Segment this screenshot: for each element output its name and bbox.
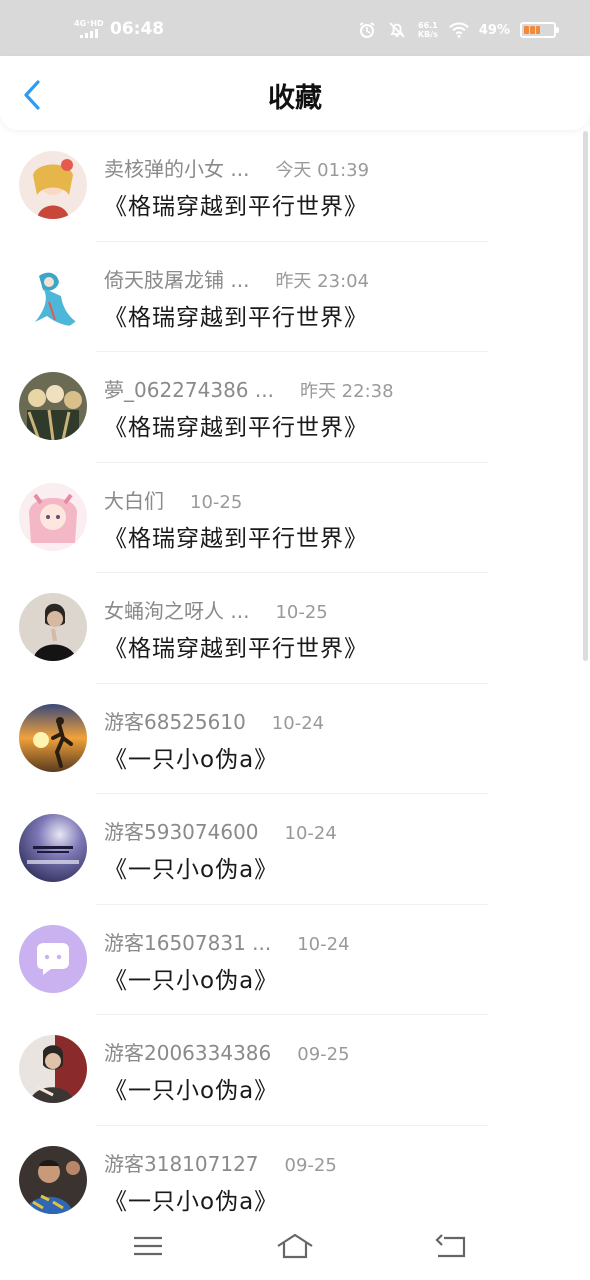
app-header: 收藏 [0,56,590,130]
avatar [19,1035,87,1103]
back-nav-button[interactable] [430,1229,470,1263]
network-speed: 66.1 KB/s [417,21,439,39]
user-name: 游客68525610 [104,709,246,734]
timestamp: 10-24 [297,933,350,955]
user-name: 女蛹洵之呀人 ... [104,599,250,623]
clock: 06:48 [110,19,165,39]
work-title: 《格瑞穿越到平行世界》 [104,636,368,662]
timestamp: 10-24 [284,823,337,844]
home-icon [277,1233,313,1259]
list-item[interactable]: 游客2006334386 09-25 《一只小o伪a》 [0,1015,590,1126]
favorites-list: 卖核弹的小女 ... 今天 01:39 《格瑞穿越到平行世界》 倚天肢屠龙铺 ..… [0,131,590,1236]
timestamp: 10-24 [271,712,325,734]
timestamp: 昨天 23:04 [275,270,370,292]
list-item[interactable]: 女蛹洵之呀人 ... 10-25 《格瑞穿越到平行世界》 [0,573,590,684]
network-type: 4G⁺HD [74,19,104,28]
timestamp: 09-25 [297,1044,350,1065]
status-left: 4G⁺HD 06:48 [74,18,164,40]
speed-value: 66.1 [418,21,438,30]
signal-icon: 4G⁺HD [74,18,104,40]
work-title: 《格瑞穿越到平行世界》 [104,415,368,441]
avatar [19,151,87,219]
alarm-icon [357,20,377,40]
avatar [19,593,87,661]
avatar [19,482,87,551]
battery-percent: 49% [478,22,510,38]
list-item[interactable]: 夢_062274386 ... 昨天 22:38 《格瑞穿越到平行世界》 [0,352,590,463]
scrollbar[interactable] [583,131,588,661]
timestamp: 09-25 [284,1154,337,1176]
user-name: 大白们 [104,488,164,513]
work-title: 《格瑞穿越到平行世界》 [104,194,368,220]
work-title: 《一只小o伪a》 [104,857,279,883]
system-nav-bar [0,1215,590,1280]
list-item[interactable]: 游客68525610 10-24 《一只小o伪a》 [0,684,590,794]
avatar [19,814,87,882]
work-title: 《一只小o伪a》 [104,1188,279,1215]
home-button[interactable] [275,1229,315,1263]
timestamp: 今天 01:39 [275,160,370,181]
user-name: 游客593074600 [104,820,259,844]
avatar [19,372,87,440]
wifi-icon [449,20,469,40]
list-item[interactable]: 游客16507831 ... 10-24 《一只小o伪a》 [0,905,590,1015]
avatar [19,261,87,330]
avatar [19,924,87,993]
timestamp: 昨天 22:38 [299,381,394,402]
timestamp: 10-25 [275,602,328,623]
work-title: 《格瑞穿越到平行世界》 [104,304,368,331]
avatar [19,1145,87,1214]
list-item[interactable]: 倚天肢屠龙铺 ... 昨天 23:04 《格瑞穿越到平行世界》 [0,242,590,352]
list-item[interactable]: 卖核弹的小女 ... 今天 01:39 《格瑞穿越到平行世界》 [0,131,590,242]
user-name: 倚天肢屠龙铺 ... [104,267,250,292]
back-icon [435,1234,466,1258]
user-name: 夢_062274386 ... [104,378,274,402]
menu-icon [134,1236,162,1256]
avatar [19,703,87,772]
status-bar: 4G⁺HD 06:48 66.1 KB/s 49% [0,0,590,56]
battery-icon [520,22,559,38]
mute-icon [387,20,407,40]
work-title: 《一只小o伪a》 [104,967,279,994]
work-title: 《一只小o伪a》 [104,746,279,773]
speed-unit: KB/s [417,30,438,39]
user-name: 游客2006334386 [104,1041,272,1065]
user-name: 游客16507831 ... [104,930,272,955]
work-title: 《格瑞穿越到平行世界》 [104,525,368,552]
list-item[interactable]: 游客593074600 10-24 《一只小o伪a》 [0,794,590,905]
user-name: 卖核弹的小女 ... [104,157,250,181]
timestamp: 10-25 [190,491,243,513]
menu-button[interactable] [128,1229,168,1263]
list-item[interactable]: 大白们 10-25 《格瑞穿越到平行世界》 [0,463,590,573]
page-title: 收藏 [268,83,322,114]
status-right: 66.1 KB/s 49% [357,20,559,40]
work-title: 《一只小o伪a》 [104,1078,279,1104]
user-name: 游客318107127 [104,1151,259,1176]
